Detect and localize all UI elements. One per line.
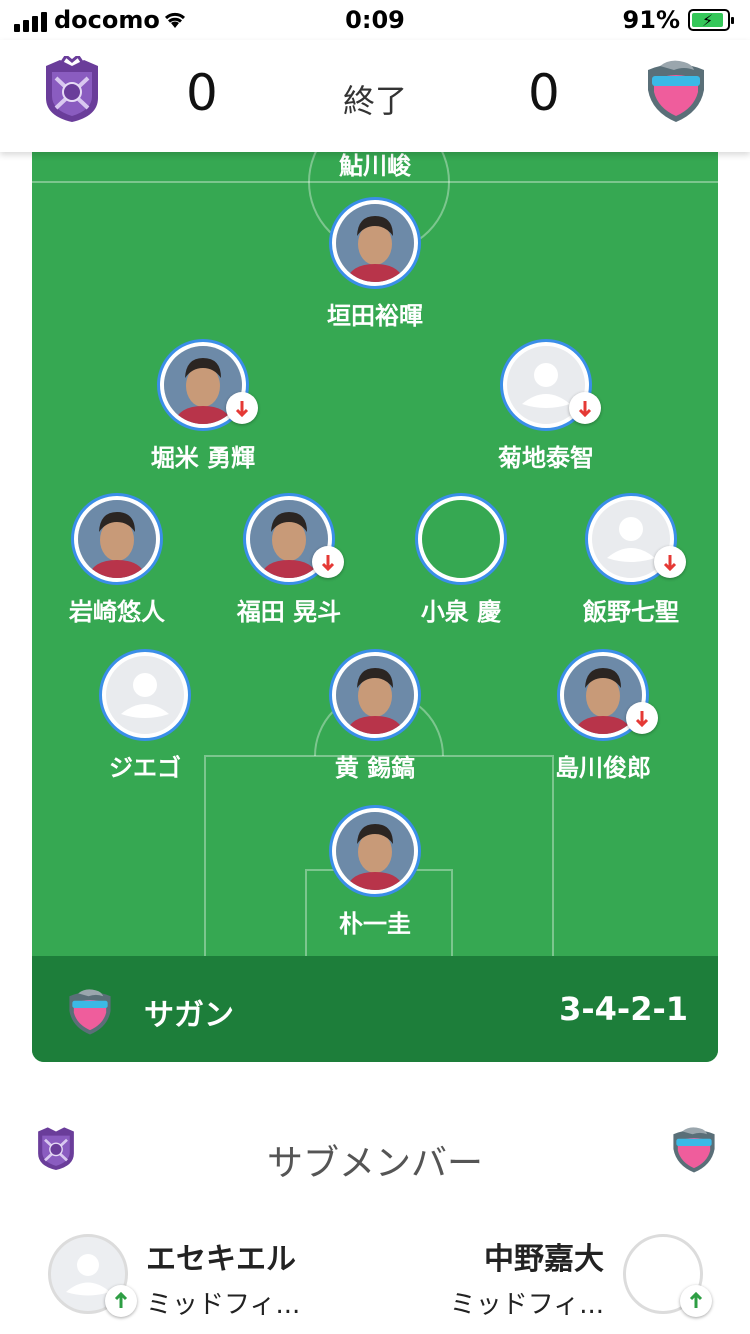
status-bar: docomo 0:09 91% ⚡ [0, 0, 750, 40]
battery-icon: ⚡ [688, 9, 734, 31]
player-name: 小泉 慶 [420, 598, 502, 626]
sub-player-name: 中野嘉大 [484, 1242, 604, 1277]
avatar [48, 1234, 137, 1317]
lineup-player[interactable]: 小泉 慶 [381, 496, 541, 627]
lineup-player[interactable]: 福田 晃斗 [209, 496, 369, 627]
player-name: 堀米 勇輝 [150, 444, 256, 472]
team-bar: サガン 3-4-2-1 [32, 956, 718, 1062]
avatar [418, 496, 504, 582]
avatar [102, 652, 188, 738]
sagan-crest-icon [69, 989, 111, 1035]
player-photo [336, 656, 414, 734]
sub-player-position: ミッドフィ... [449, 1290, 604, 1320]
lineup-player[interactable]: 島川俊郎 [523, 652, 683, 783]
player-name: ジエゴ [109, 754, 181, 782]
lineup-pitch: 鮎川峻 垣田裕暉堀米 勇輝 菊地泰智岩崎悠人 福田 晃斗 小泉 慶 飯野七聖ジエゴ 黄 錫… [32, 152, 718, 1062]
player-photo [336, 812, 414, 890]
avatar [503, 342, 601, 428]
formation: 3-4-2-1 [559, 990, 688, 1028]
sub-player-name: エセキエル [146, 1242, 296, 1277]
lineup-player[interactable]: 飯野七聖 [551, 496, 711, 627]
player-name: 黄 錫鎬 [334, 754, 416, 782]
avatar [332, 808, 418, 894]
person-placeholder-icon [121, 673, 169, 718]
subs-header: サブメンバー [0, 1124, 750, 1184]
lineup-player[interactable]: 堀米 勇輝 [123, 342, 283, 473]
avatar [332, 652, 418, 738]
player-photo [336, 204, 414, 282]
player-name: 島川俊郎 [555, 754, 651, 782]
sub-player-away[interactable]: 中野嘉大 ミッドフィ... [375, 1232, 750, 1332]
player-name: 菊地泰智 [498, 444, 594, 472]
sagan-crest-icon[interactable] [644, 56, 708, 124]
sagan-crest-icon [673, 1127, 715, 1173]
subs-title: サブメンバー [266, 1143, 483, 1184]
lineup-player[interactable]: 朴一圭 [295, 808, 455, 939]
arrow-up-icon [105, 1285, 137, 1317]
avatar [160, 342, 258, 428]
sub-player-position: ミッドフィ... [146, 1290, 301, 1320]
battery-percent: 91% [622, 6, 680, 34]
avatar [332, 200, 418, 286]
arrow-down-icon [626, 702, 658, 734]
team-name: サガン [144, 998, 234, 1033]
arrow-up-icon [680, 1285, 712, 1317]
avatar [560, 652, 658, 738]
avatar [74, 496, 160, 582]
lineup-player[interactable]: 黄 錫鎬 [295, 652, 455, 783]
player-name: 福田 晃斗 [236, 598, 342, 626]
avatar [246, 496, 344, 582]
match-status: 終了 [342, 82, 407, 120]
player-photo [78, 500, 156, 578]
player-name: 飯野七聖 [583, 598, 679, 626]
arrow-down-icon [569, 392, 601, 424]
lineup-player[interactable]: ジエゴ [65, 652, 225, 783]
lineup-player[interactable]: 岩崎悠人 [37, 496, 197, 627]
player-name: 朴一圭 [339, 910, 411, 938]
player-name: 岩崎悠人 [69, 598, 165, 626]
player-name: 垣田裕暉 [327, 302, 423, 330]
arrow-down-icon [312, 546, 344, 578]
arrow-down-icon [654, 546, 686, 578]
arrow-down-icon [226, 392, 258, 424]
away-score: 0 [528, 64, 560, 122]
score-header: 0 終了 0 [0, 40, 750, 152]
sub-player-home[interactable]: エセキエル ミッドフィ... [0, 1232, 375, 1332]
avatar [588, 496, 686, 582]
player-name-cut: 鮎川峻 [339, 152, 411, 180]
avatar [623, 1234, 712, 1317]
lineup-player[interactable]: 菊地泰智 [466, 342, 626, 473]
lineup-player[interactable]: 垣田裕暉 [295, 200, 455, 331]
